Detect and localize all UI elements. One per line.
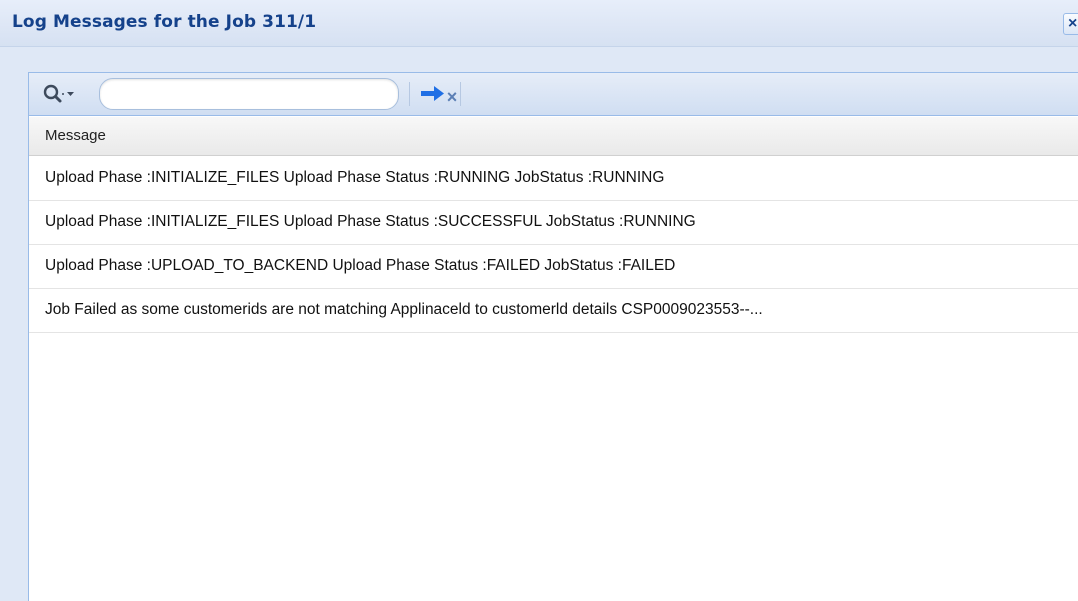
window-title: Log Messages for the Job 311/1 — [12, 12, 317, 32]
row-message: Upload Phase :UPLOAD_TO_BACKEND Upload P… — [45, 257, 676, 274]
window-title-bar[interactable]: Log Messages for the Job 311/1 × — [0, 0, 1078, 47]
grid-toolbar: × — [29, 73, 1078, 116]
close-button[interactable]: × — [1063, 13, 1078, 35]
search-field[interactable]: × — [99, 78, 457, 110]
run-search-button[interactable] — [417, 83, 449, 105]
table-row[interactable]: Upload Phase :UPLOAD_TO_BACKEND Upload P… — [29, 245, 1078, 289]
row-message: Upload Phase :INITIALIZE_FILES Upload Ph… — [45, 213, 696, 230]
row-message: Job Failed as some customerids are not m… — [45, 301, 763, 318]
toolbar-separator — [460, 82, 461, 106]
search-menu-button[interactable] — [41, 82, 81, 106]
log-grid-panel: × Message Upload Phase :INITIALIZE_FILES… — [28, 72, 1078, 601]
log-messages-window: Log Messages for the Job 311/1 × × Messa… — [0, 0, 1078, 601]
table-row[interactable]: Job Failed as some customerids are not m… — [29, 289, 1078, 333]
table-row[interactable]: Upload Phase :INITIALIZE_FILES Upload Ph… — [29, 201, 1078, 245]
column-header-message[interactable]: Message — [45, 127, 106, 144]
row-message: Upload Phase :INITIALIZE_FILES Upload Ph… — [45, 169, 665, 186]
search-input[interactable] — [114, 84, 354, 104]
chevron-down-icon — [67, 92, 74, 96]
close-icon: × — [1068, 15, 1078, 32]
grid-header: Message — [29, 117, 1078, 156]
toolbar-separator — [409, 82, 410, 106]
grid-body: Upload Phase :INITIALIZE_FILES Upload Ph… — [29, 157, 1078, 333]
search-icon — [43, 84, 74, 103]
arrow-right-icon — [421, 86, 444, 101]
table-row[interactable]: Upload Phase :INITIALIZE_FILES Upload Ph… — [29, 157, 1078, 201]
